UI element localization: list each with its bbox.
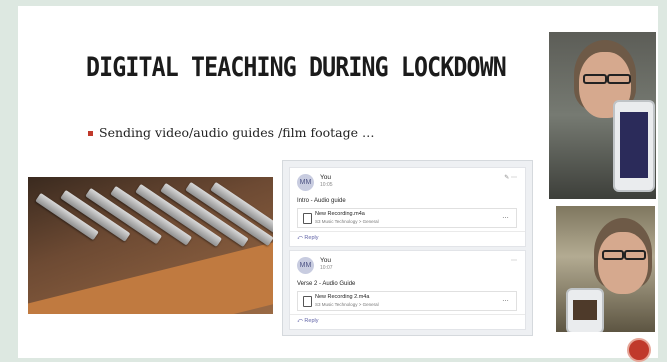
presenter-logo-icon bbox=[627, 338, 651, 362]
bullet-text: Sending video/audio guides /film footage… bbox=[99, 125, 375, 140]
post-title: Verse 2 - Audio Guide bbox=[297, 281, 356, 287]
xylophone-frame bbox=[28, 236, 273, 314]
reply-button[interactable]: ⤺ Reply bbox=[297, 235, 318, 242]
post-time: 10:07 bbox=[320, 265, 333, 271]
teacher-selfie-photo bbox=[549, 32, 656, 199]
divider bbox=[290, 314, 525, 315]
reply-label: Reply bbox=[304, 318, 319, 324]
post-author: You bbox=[320, 174, 331, 181]
teacher-selfie-photo bbox=[556, 206, 655, 332]
teams-channel-screenshot: MM You 10:05 ✎ ⋯ Intro - Audio guide New… bbox=[282, 160, 533, 336]
post-title: Intro - Audio guide bbox=[297, 198, 346, 204]
more-options-icon[interactable]: ⋯ bbox=[511, 257, 517, 264]
glasses bbox=[602, 250, 624, 260]
more-options-icon[interactable]: ✎ ⋯ bbox=[504, 174, 517, 181]
glasses bbox=[624, 250, 646, 260]
file-attachment[interactable]: New Recording 2.m4a S3 Music Technology … bbox=[297, 291, 517, 311]
audio-file-icon bbox=[303, 213, 312, 224]
phone bbox=[613, 100, 655, 192]
file-more-icon[interactable]: … bbox=[502, 296, 509, 303]
file-path: S3 Music Technology > General bbox=[315, 219, 379, 224]
file-more-icon[interactable]: … bbox=[502, 213, 509, 220]
file-name[interactable]: New Recording.m4a bbox=[315, 211, 365, 217]
file-name[interactable]: New Recording 2.m4a bbox=[315, 294, 369, 300]
audio-file-icon bbox=[303, 296, 312, 307]
post-author: You bbox=[320, 257, 331, 264]
reply-button[interactable]: ⤺ Reply bbox=[297, 318, 318, 325]
file-attachment[interactable]: New Recording.m4a S3 Music Technology > … bbox=[297, 208, 517, 228]
phone-screen bbox=[573, 300, 597, 320]
post-card: MM You 10:05 ✎ ⋯ Intro - Audio guide New… bbox=[289, 167, 526, 247]
slide: DIGITAL TEACHING DURING LOCKDOWN Sending… bbox=[18, 6, 658, 358]
face bbox=[598, 232, 648, 294]
avatar: MM bbox=[297, 257, 314, 274]
xylophone-photo bbox=[28, 177, 273, 314]
divider bbox=[290, 231, 525, 232]
phone bbox=[566, 288, 604, 332]
post-card: MM You 10:07 ⋯ Verse 2 - Audio Guide New… bbox=[289, 250, 526, 330]
avatar: MM bbox=[297, 174, 314, 191]
bullet-item: Sending video/audio guides /film footage… bbox=[88, 125, 374, 140]
glasses bbox=[607, 74, 631, 84]
slide-title: DIGITAL TEACHING DURING LOCKDOWN bbox=[86, 52, 507, 83]
file-path: S3 Music Technology > General bbox=[315, 302, 379, 307]
reply-label: Reply bbox=[304, 235, 319, 241]
glasses bbox=[583, 74, 607, 84]
post-time: 10:05 bbox=[320, 182, 333, 188]
bullet-marker bbox=[88, 131, 93, 136]
phone-screen bbox=[620, 112, 648, 178]
